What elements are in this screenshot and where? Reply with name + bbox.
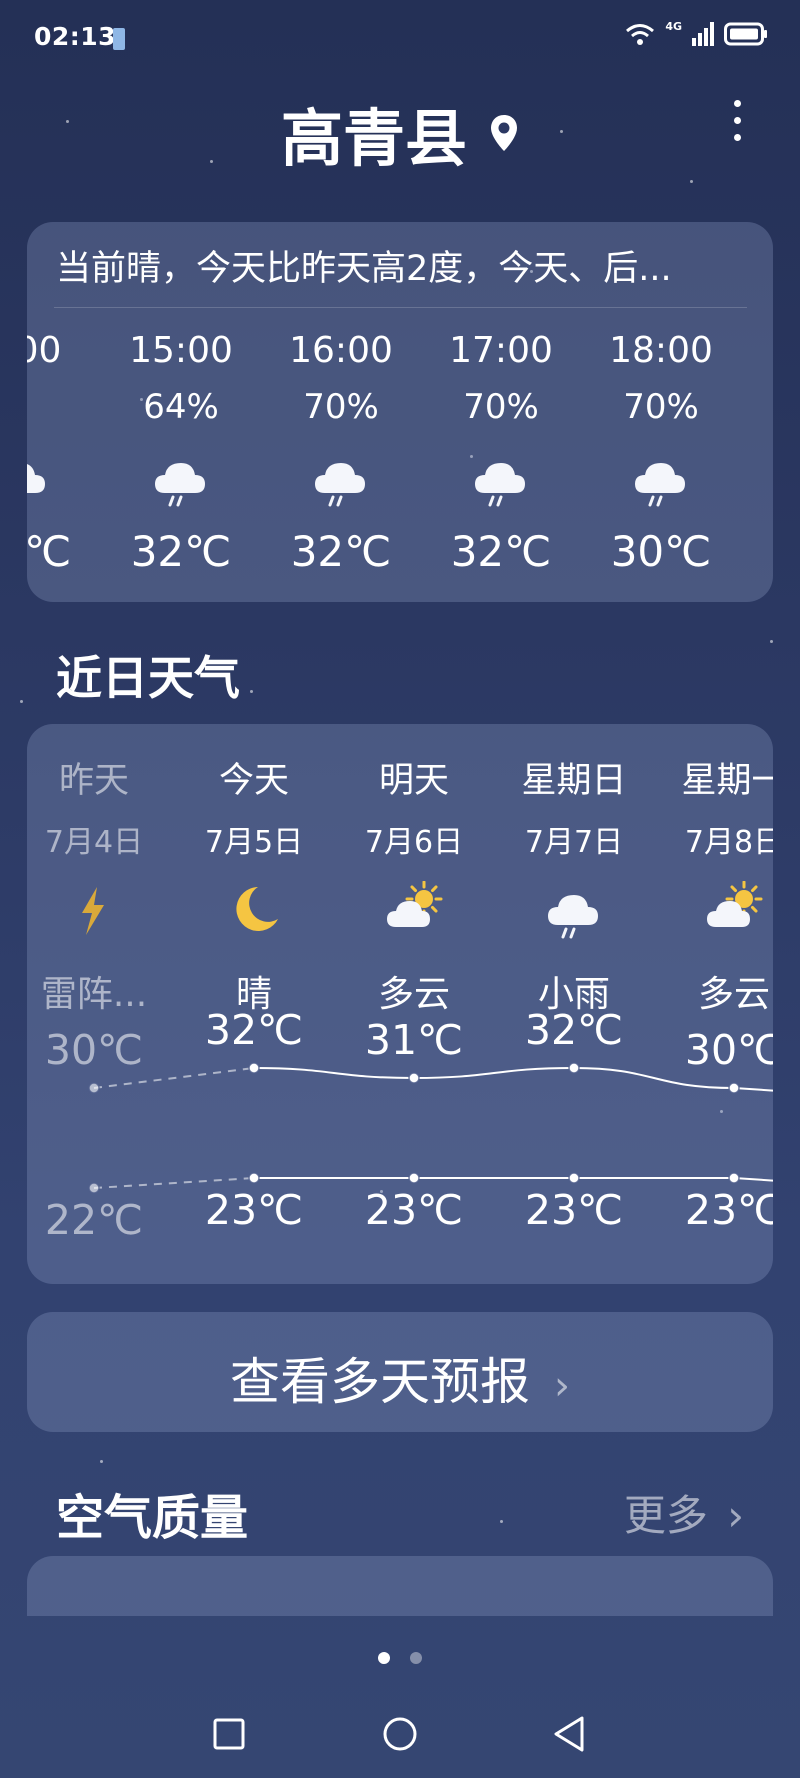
day-date: 7月6日	[364, 825, 464, 860]
high-temp: 31℃	[364, 1016, 464, 1064]
hour-temp: 32℃	[130, 527, 232, 576]
battery-icon	[724, 22, 767, 46]
section-title-daily: 近日天气	[56, 651, 240, 705]
precip-chance: 70%	[463, 387, 539, 427]
trend-point	[248, 1172, 260, 1184]
hourly-item: 18:00 70% 30℃	[581, 330, 741, 576]
high-temp: 32℃	[524, 1006, 624, 1054]
rain-cloud-icon	[635, 463, 685, 507]
precip-chance: 70%	[303, 387, 379, 427]
hour-time: 15:00	[129, 330, 233, 371]
daily-card[interactable]: 昨天 7月4日 雷阵... 今天 7月5日晴明天 7月6日 多云 星期日 7月7日 小雨 星期一 7月…	[27, 724, 773, 1284]
hourly-scroll[interactable]: 4:00 31℃ 15:00 64% 32℃ 16:00 70% 32℃ 17:00 70% 32℃…	[27, 310, 773, 602]
weather-summary[interactable]: 当前晴，今天比昨天高2度，今天、后...	[56, 240, 672, 291]
hour-time: 17:00	[449, 330, 553, 371]
hourly-item: 16:00 70% 32℃	[261, 330, 421, 576]
trend-point	[728, 1172, 740, 1184]
precip-chance: 64%	[143, 387, 219, 427]
low-temp: 23℃	[204, 1186, 304, 1234]
rain-cloud-icon	[155, 463, 205, 507]
high-temp: 30℃	[684, 1026, 773, 1074]
partly-cloudy-icon	[707, 880, 763, 927]
status-icons: 4G	[625, 19, 768, 46]
hour-temp: 32℃	[290, 527, 392, 576]
day-item[interactable]: 星期一 7月8日多云	[654, 752, 773, 1017]
home-button[interactable]	[383, 1717, 417, 1751]
header: 高青县	[0, 88, 800, 178]
trend-point	[728, 1082, 740, 1094]
network-type: 4G	[665, 19, 682, 33]
section-title-air-quality: 空气质量	[56, 1490, 249, 1546]
forecast-button-row[interactable]: 查看多天预报 ›	[0, 1342, 800, 1414]
precip-chance: 70%	[623, 387, 699, 427]
rain-cloud-icon	[475, 463, 525, 507]
hour-temp: 32℃	[450, 527, 552, 576]
air-quality-card[interactable]	[27, 1556, 773, 1616]
location-title[interactable]: 高青县	[281, 88, 467, 178]
page-indicator-dot	[410, 1652, 422, 1664]
wifi-icon	[626, 24, 655, 45]
day-name: 今天	[218, 761, 289, 801]
day-name: 星期日	[521, 761, 627, 801]
day-condition: 多云	[697, 974, 770, 1015]
hourly-item: 17:00 70% 32℃	[421, 330, 581, 576]
recent-apps-button[interactable]	[213, 1718, 245, 1750]
page-indicator-dot-active	[378, 1652, 390, 1664]
day-item[interactable]: 昨天 7月4日雷阵...	[27, 752, 174, 1017]
day-condition: 多云	[377, 974, 450, 1015]
navigation-bar	[213, 1716, 584, 1752]
divider	[54, 307, 747, 308]
trend-point	[408, 1172, 420, 1184]
day-date: 7月7日	[524, 825, 624, 860]
trend-point	[88, 1082, 100, 1094]
chevron-right-icon: ›	[727, 1491, 744, 1540]
hour-temp: 31℃	[27, 527, 72, 576]
rain-cloud-icon	[315, 463, 365, 507]
day-item[interactable]: 今天 7月5日晴	[174, 752, 334, 1017]
hour-temp: 30℃	[610, 527, 712, 576]
forecast-button-label: 查看多天预报	[230, 1353, 531, 1411]
partly-cloudy-icon	[387, 880, 443, 927]
hour-time: 18:00	[609, 330, 713, 371]
day-name: 昨天	[58, 761, 129, 801]
location-pin-icon[interactable]	[489, 113, 519, 153]
status-time: 02:13	[34, 22, 117, 51]
day-item[interactable]: 星期日 7月7日 小雨	[494, 752, 654, 1017]
moon-icon	[236, 887, 278, 931]
trend-line	[253, 1177, 773, 1182]
trend-point	[248, 1062, 260, 1074]
day-condition: 雷阵...	[40, 974, 148, 1015]
hourly-item: 15:00 64% 32℃	[101, 330, 261, 576]
low-temp: 23℃	[364, 1186, 464, 1234]
more-label: 更多	[623, 1491, 708, 1540]
precip-chance	[27, 387, 101, 427]
more-menu-button[interactable]	[732, 100, 742, 151]
trend-point	[568, 1062, 580, 1074]
low-temp: 22℃	[44, 1196, 144, 1244]
high-temp: 30℃	[44, 1026, 144, 1074]
hour-time: 4:00	[27, 330, 62, 371]
hour-time: 16:00	[289, 330, 393, 371]
low-temp: 23℃	[524, 1186, 624, 1234]
trend-point	[88, 1182, 100, 1194]
hourly-item: 4:00 31℃	[27, 330, 101, 576]
lightning-icon	[82, 887, 104, 935]
day-date: 7月8日	[684, 825, 773, 860]
day-date: 7月5日	[204, 825, 304, 860]
low-temp: 23℃	[684, 1186, 773, 1234]
trend-point	[568, 1172, 580, 1184]
air-quality-more-link[interactable]: 更多 ›	[624, 1482, 744, 1543]
trend-point	[408, 1072, 420, 1084]
back-button[interactable]	[554, 1716, 584, 1752]
battery-saver-icon	[113, 28, 125, 50]
chevron-right-icon: ›	[553, 1363, 570, 1409]
cloud-icon	[27, 464, 45, 493]
rain-cloud-icon	[548, 895, 598, 939]
high-temp: 32℃	[204, 1006, 304, 1054]
day-date: 7月4日	[44, 825, 144, 860]
day-name: 明天	[378, 761, 449, 801]
day-name: 星期一	[681, 761, 773, 801]
signal-icon	[692, 22, 714, 46]
day-item[interactable]: 明天 7月6日多云	[334, 752, 494, 1017]
